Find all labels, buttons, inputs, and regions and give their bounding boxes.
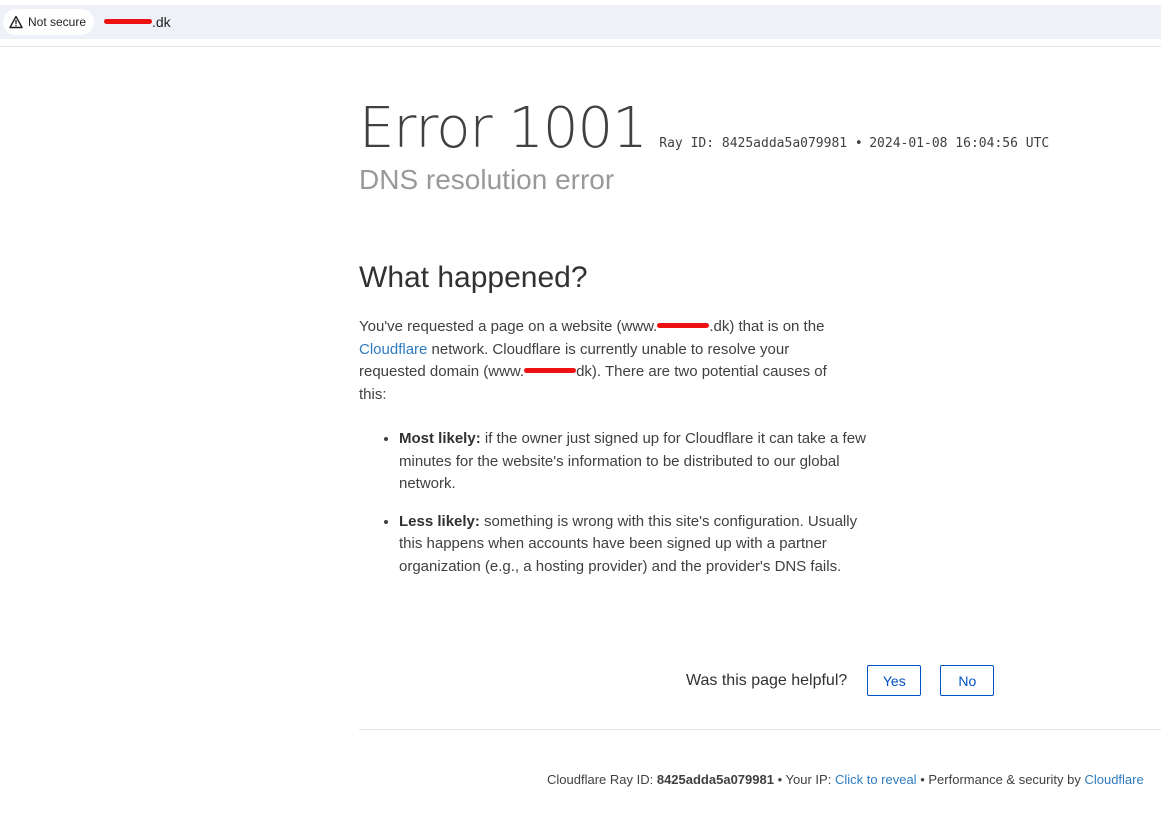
security-chip[interactable]: Not secure — [3, 9, 95, 35]
cloudflare-link[interactable]: Cloudflare — [359, 341, 427, 358]
footer-ray-id: 8425adda5a079981 — [656, 772, 774, 787]
cause-label: Most likely: — [399, 430, 481, 447]
yes-button[interactable]: Yes — [867, 665, 922, 696]
feedback-question: Was this page helpful? — [686, 671, 848, 689]
causes-list: Most likely: if the owner just signed up… — [359, 428, 879, 593]
footer-cloudflare-link[interactable]: Cloudflare — [1084, 772, 1143, 787]
warning-triangle-icon — [9, 15, 23, 29]
para-text-2: .dk) that is on the — [709, 318, 825, 335]
error-title: Error 1001 — [359, 96, 648, 161]
what-happened-paragraph: You've requested a page on a website (ww… — [359, 316, 834, 406]
redaction-mark — [657, 322, 710, 328]
reveal-ip-link[interactable]: Click to reveal — [835, 772, 917, 787]
footer: Cloudflare Ray ID: 8425adda5a079981 • Yo… — [547, 772, 1144, 787]
list-item: Most likely: if the owner just signed up… — [399, 428, 879, 496]
url-suffix: .dk — [152, 14, 171, 30]
para-text-1: You've requested a page on a website (ww… — [359, 318, 658, 335]
footer-divider — [359, 729, 1161, 730]
url-text[interactable]: .dk — [104, 14, 171, 30]
what-happened-heading: What happened? — [359, 261, 588, 294]
error-subtitle: DNS resolution error — [359, 164, 615, 195]
browser-address-bar: Not secure .dk — [0, 0, 1161, 47]
redaction-mark — [524, 367, 577, 373]
cause-label: Less likely: — [399, 512, 480, 530]
omnibox[interactable]: Not secure .dk — [0, 5, 1161, 39]
error-timestamp: 2024-01-08 16:04:56 UTC — [869, 136, 1050, 151]
redaction-mark — [104, 18, 152, 24]
footer-perf-text: Performance & security by — [928, 772, 1081, 787]
error-header: Error 1001 Ray ID: 8425adda5a079981 • 20… — [359, 96, 1049, 161]
list-item: Less likely: something is wrong with thi… — [399, 511, 879, 579]
feedback-section: Was this page helpful? Yes No — [686, 665, 1013, 696]
ray-id-text: Ray ID: 8425adda5a079981 • — [659, 136, 863, 151]
footer-ip-label: Your IP: — [785, 772, 832, 787]
no-button[interactable]: No — [940, 665, 995, 696]
footer-ray-label: Cloudflare Ray ID: — [547, 772, 654, 787]
security-label: Not secure — [28, 15, 87, 29]
footer-separator: • — [777, 772, 783, 787]
footer-separator: • — [920, 772, 925, 787]
